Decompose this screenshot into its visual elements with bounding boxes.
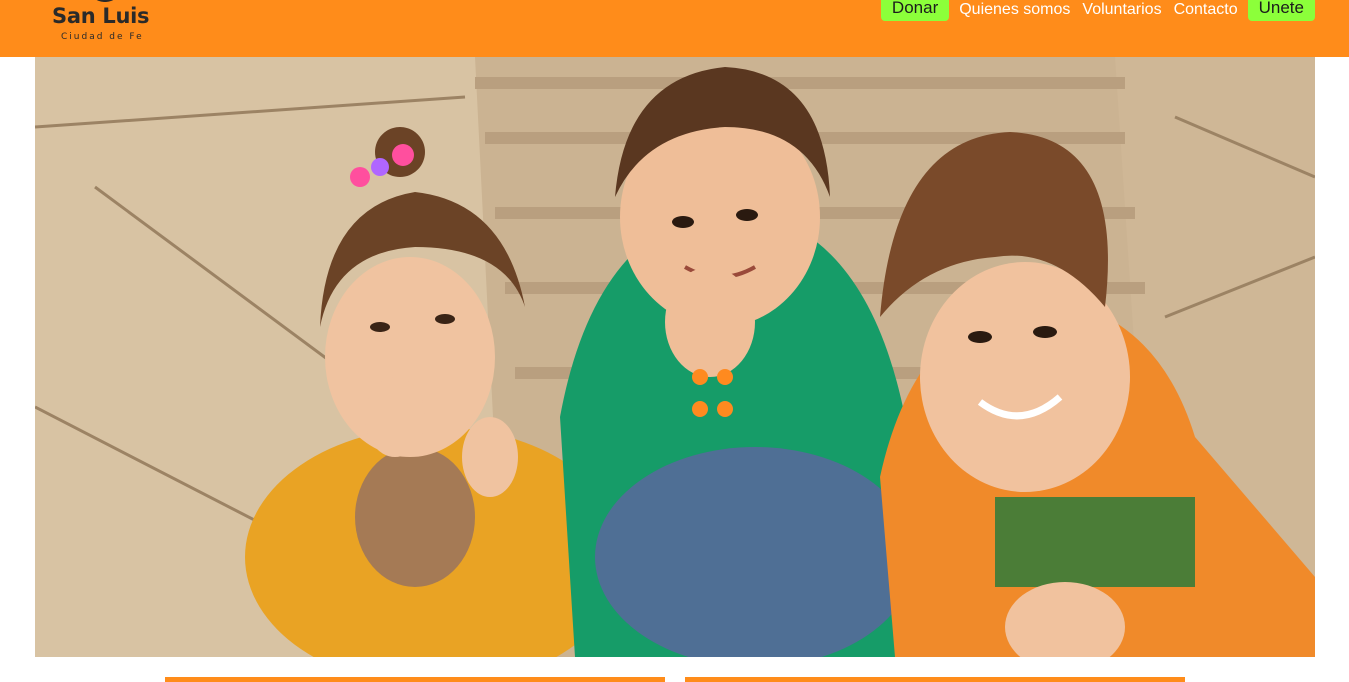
top-navbar: San Luis Ciudad de Fe Donar Quienes somo… [0, 0, 1349, 57]
nav-link-volunteers[interactable]: Voluntarios [1082, 0, 1161, 19]
join-button[interactable]: Unete [1247, 0, 1315, 21]
site-logo[interactable]: San Luis Ciudad de Fe [50, 0, 162, 48]
logo-title: San Luis [52, 4, 150, 28]
nav-link-about[interactable]: Quienes somos [959, 0, 1070, 19]
main-nav: Donar Quienes somos Voluntarios Contacto… [877, 0, 1319, 21]
logo-mark-icon [90, 0, 120, 2]
donate-button[interactable]: Donar [880, 0, 950, 21]
card-top-border-2 [685, 677, 1185, 682]
hero-image [35, 57, 1315, 657]
nav-link-contact[interactable]: Contacto [1174, 0, 1238, 19]
card-top-border-1 [165, 677, 665, 682]
logo-subtitle: Ciudad de Fe [61, 32, 144, 42]
hero-photo-illustration [35, 57, 1315, 657]
